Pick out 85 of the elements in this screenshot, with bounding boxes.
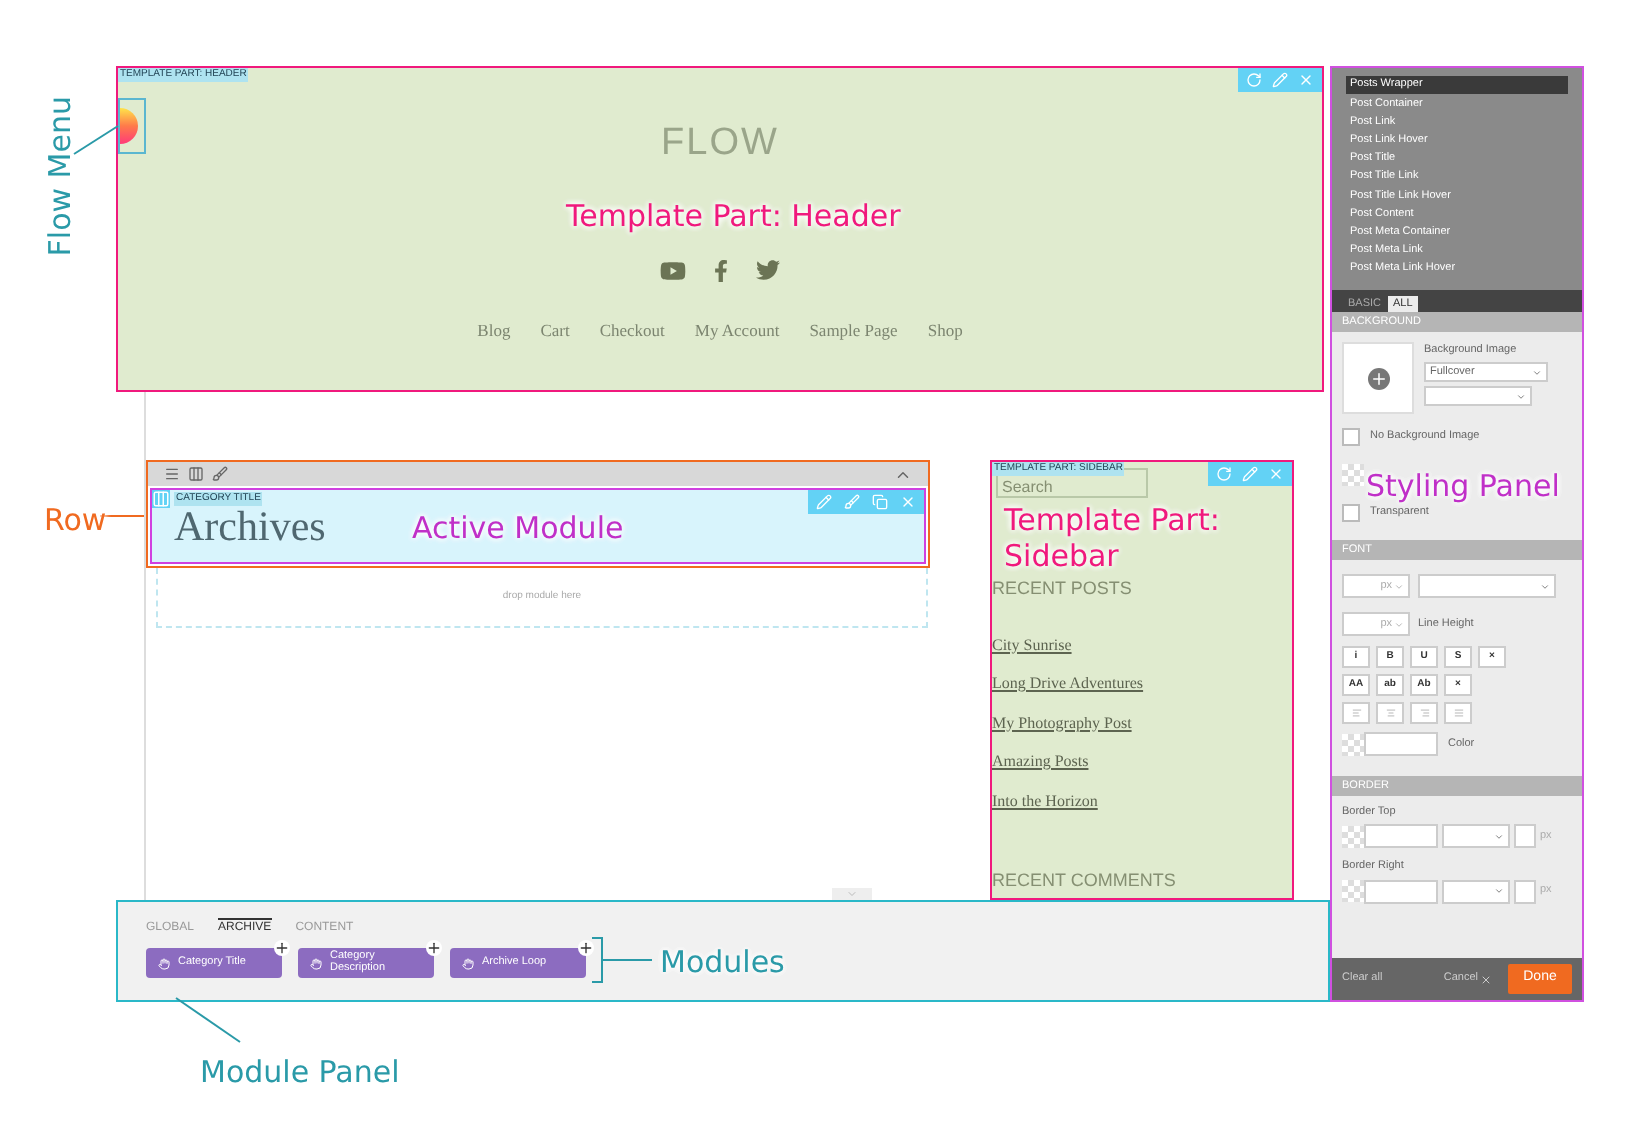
chevron-down-icon bbox=[1540, 581, 1550, 591]
columns-icon[interactable] bbox=[188, 466, 204, 482]
duplicate-icon[interactable] bbox=[872, 494, 888, 510]
search-field[interactable]: Search bbox=[996, 468, 1148, 498]
width-field[interactable] bbox=[1514, 824, 1536, 849]
annotation-label: Module Panel bbox=[200, 1052, 400, 1094]
align-button[interactable] bbox=[1444, 702, 1472, 724]
bracket-leader-line bbox=[592, 936, 652, 984]
align-button[interactable] bbox=[1342, 702, 1370, 724]
width-field[interactable] bbox=[1514, 879, 1536, 903]
chevron-down-icon bbox=[1494, 831, 1504, 842]
section-title: RECENT POSTS bbox=[992, 576, 1134, 602]
refresh-icon[interactable] bbox=[1216, 466, 1232, 482]
post-link[interactable]: City Sunrise bbox=[992, 633, 1292, 658]
twitter-icon[interactable] bbox=[756, 258, 780, 282]
edit-icon[interactable] bbox=[816, 494, 832, 510]
chevron-down-icon bbox=[1516, 391, 1526, 402]
transparent-swatch[interactable] bbox=[1342, 825, 1364, 848]
add-icon bbox=[1367, 367, 1389, 389]
align-icon bbox=[1351, 708, 1361, 718]
checkbox[interactable] bbox=[1342, 504, 1360, 522]
post-link[interactable]: Long Drive Adventures bbox=[992, 672, 1292, 697]
nav-link[interactable]: Checkout bbox=[599, 317, 665, 343]
image-upload-box[interactable] bbox=[1342, 342, 1414, 414]
annotation-label: Flow Menu bbox=[42, 96, 78, 257]
facebook-icon[interactable] bbox=[710, 259, 732, 281]
color-field[interactable] bbox=[1364, 732, 1438, 756]
flow-menu-icon[interactable] bbox=[118, 98, 146, 154]
annotation-label: Styling Panel bbox=[1366, 466, 1560, 506]
chevron-down-icon bbox=[1394, 581, 1404, 591]
font-family-dropdown[interactable] bbox=[1418, 574, 1556, 598]
annotation-label: Row bbox=[44, 500, 107, 542]
hand-icon bbox=[310, 957, 322, 969]
chevron-down-icon bbox=[1494, 886, 1504, 896]
transparent-swatch[interactable] bbox=[1342, 880, 1364, 902]
post-link[interactable]: Amazing Posts bbox=[992, 750, 1292, 775]
collapse-tab[interactable] bbox=[832, 888, 872, 900]
close-icon bbox=[1480, 973, 1492, 985]
checkbox[interactable] bbox=[1342, 428, 1360, 446]
annotation-label: Active Module bbox=[412, 508, 624, 550]
color-field[interactable] bbox=[1364, 879, 1438, 903]
annotation-label: Template Part: Sidebar bbox=[1004, 502, 1222, 574]
section-title: RECENT COMMENTS bbox=[992, 867, 1178, 893]
annotation-label: Template Part: Header bbox=[566, 196, 901, 238]
refresh-icon[interactable] bbox=[1246, 72, 1262, 88]
dropdown[interactable] bbox=[1424, 386, 1532, 407]
post-link[interactable]: Into the Horizon bbox=[992, 789, 1292, 814]
nav-link[interactable]: Cart bbox=[540, 317, 570, 343]
style-dropdown[interactable] bbox=[1442, 824, 1510, 849]
transparent-swatch[interactable] bbox=[1342, 733, 1364, 755]
nav-link[interactable]: Sample Page bbox=[809, 317, 898, 343]
leader-line bbox=[72, 124, 120, 156]
add-icon[interactable] bbox=[578, 940, 594, 956]
video-icon[interactable] bbox=[660, 257, 686, 283]
chevron-down-icon bbox=[846, 888, 858, 900]
close-icon[interactable] bbox=[1268, 466, 1284, 482]
archive-heading: Archives bbox=[174, 510, 326, 544]
site-title[interactable]: FLOW bbox=[661, 116, 779, 173]
leader-line bbox=[174, 996, 242, 1044]
align-icon bbox=[1419, 708, 1429, 718]
color-field[interactable] bbox=[1364, 824, 1438, 849]
close-icon[interactable] bbox=[900, 494, 916, 510]
edit-icon[interactable] bbox=[1242, 466, 1258, 482]
add-icon[interactable] bbox=[274, 940, 290, 956]
align-button[interactable] bbox=[1410, 702, 1438, 724]
annotation-label: Modules bbox=[660, 942, 785, 984]
close-icon[interactable] bbox=[1298, 72, 1314, 88]
nav-link[interactable]: Shop bbox=[927, 317, 963, 343]
align-icon bbox=[1453, 708, 1463, 718]
brush-icon[interactable] bbox=[212, 466, 228, 482]
nav-link[interactable]: Blog bbox=[477, 317, 511, 343]
brush-icon[interactable] bbox=[844, 494, 860, 510]
style-dropdown[interactable] bbox=[1442, 879, 1510, 903]
transparent-swatch[interactable] bbox=[1342, 464, 1364, 486]
post-link[interactable]: My Photography Post bbox=[992, 711, 1292, 736]
hand-icon bbox=[462, 957, 474, 969]
align-icon bbox=[1385, 708, 1395, 718]
align-button[interactable] bbox=[1376, 702, 1404, 724]
menu-icon[interactable] bbox=[164, 466, 180, 482]
edit-icon[interactable] bbox=[1272, 72, 1288, 88]
hand-icon bbox=[158, 957, 170, 969]
nav-link[interactable]: My Account bbox=[694, 317, 780, 343]
chevron-down-icon bbox=[1532, 367, 1542, 378]
chevron-down-icon bbox=[1394, 619, 1404, 629]
add-icon[interactable] bbox=[426, 940, 442, 956]
